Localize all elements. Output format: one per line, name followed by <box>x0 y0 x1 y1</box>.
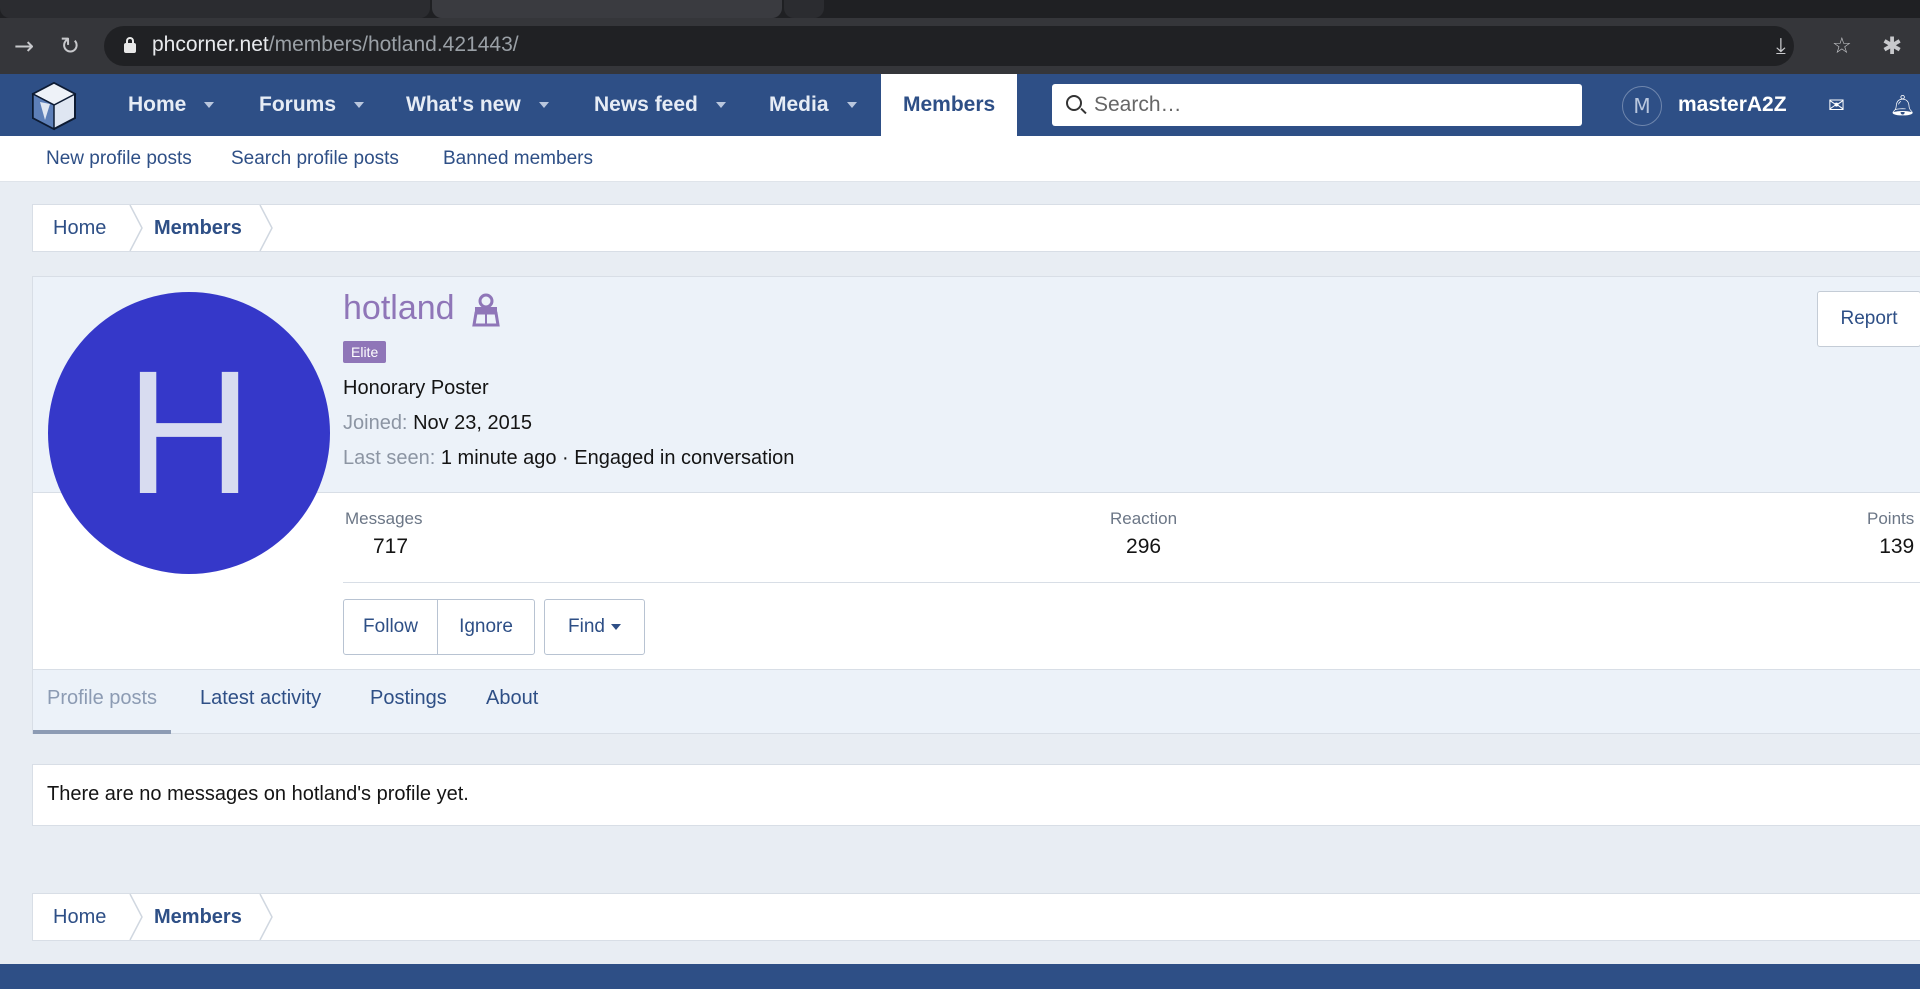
last-seen-line: Last seen: 1 minute ago · Engaged in con… <box>343 447 795 469</box>
empty-messages-text: There are no messages on hotland's profi… <box>47 783 469 805</box>
mail-icon[interactable]: ✉ <box>1828 74 1845 136</box>
stat-messages[interactable]: Messages 717 <box>345 509 422 559</box>
profile-stats: Messages 717 Reaction 296 Points 139 <box>343 493 1920 583</box>
nav-members[interactable]: Members <box>881 74 1018 136</box>
breadcrumb-members[interactable]: Members <box>154 205 242 251</box>
site-logo[interactable] <box>28 80 80 132</box>
chevron-down-icon[interactable] <box>204 102 215 109</box>
search-input[interactable] <box>1094 90 1564 120</box>
breadcrumb-members[interactable]: Members <box>154 894 242 940</box>
tab-profile-posts[interactable]: Profile posts <box>33 670 172 734</box>
browser-tab[interactable] <box>0 0 430 18</box>
address-bar[interactable]: phcorner.net/members/hotland.421443/ ⤓ ☆ <box>104 26 1852 66</box>
nav-home[interactable]: Home <box>128 74 215 136</box>
follow-button[interactable]: Follow <box>343 599 438 655</box>
chevron-down-icon[interactable] <box>538 102 549 109</box>
user-title: Honorary Poster <box>343 377 489 399</box>
breadcrumb-home[interactable]: Home <box>53 894 106 940</box>
browser-tab-active[interactable] <box>432 0 782 18</box>
search-icon <box>1066 95 1082 111</box>
user-rank-badge: Elite <box>343 341 387 363</box>
report-button[interactable]: Report <box>1817 291 1920 347</box>
stat-points[interactable]: Points 139 <box>1867 509 1914 559</box>
breadcrumb: Home Members <box>32 204 1920 252</box>
breadcrumb-bottom: Home Members <box>32 893 1920 941</box>
nav-media[interactable]: Media <box>769 74 857 136</box>
profile-avatar[interactable]: H <box>48 292 330 574</box>
profile-card: H hotland Elite Honorary Poster Joined: … <box>32 276 1920 734</box>
user-avatar[interactable]: M <box>1622 86 1662 126</box>
site-header: Home Forums What's new News feed Media M… <box>0 74 1920 136</box>
sub-navigation: New profile posts Search profile posts B… <box>0 136 1920 182</box>
chevron-down-icon[interactable] <box>715 102 726 109</box>
forward-arrow-icon[interactable]: → <box>10 32 38 60</box>
breadcrumb-separator <box>259 205 273 251</box>
reload-icon[interactable]: ↻ <box>56 32 84 60</box>
breadcrumb-separator <box>129 894 143 940</box>
breadcrumb-separator <box>259 894 273 940</box>
chevron-down-icon[interactable] <box>846 102 857 109</box>
joined-line: Joined: Nov 23, 2015 <box>343 412 533 434</box>
breadcrumb-home[interactable]: Home <box>53 205 106 251</box>
nav-news-feed[interactable]: News feed <box>594 74 726 136</box>
tab-latest-activity[interactable]: Latest activity <box>200 670 321 734</box>
breadcrumb-separator <box>129 205 143 251</box>
browser-tab[interactable] <box>784 0 824 18</box>
lock-icon <box>124 37 136 53</box>
search-profile-posts-link[interactable]: Search profile posts <box>231 148 399 170</box>
browser-toolbar: → ↻ phcorner.net/members/hotland.421443/… <box>0 18 1920 74</box>
install-icon[interactable]: ⤓ <box>1776 34 1786 59</box>
site-footer <box>0 964 1920 989</box>
nav-whats-new[interactable]: What's new <box>406 74 549 136</box>
caret-down-icon <box>610 623 621 630</box>
bell-icon[interactable]: 🔔︎ <box>1890 74 1915 136</box>
tab-postings[interactable]: Postings <box>370 670 447 734</box>
profile-tabs: Profile posts Latest activity Postings A… <box>33 669 1920 734</box>
profile-posts-panel: There are no messages on hotland's profi… <box>32 764 1920 826</box>
find-button[interactable]: Find <box>544 599 645 655</box>
profile-username[interactable]: hotland <box>343 289 455 328</box>
stat-reaction[interactable]: Reaction 296 <box>1110 509 1177 559</box>
url-text: phcorner.net/members/hotland.421443/ <box>152 33 519 56</box>
banned-members-link[interactable]: Banned members <box>443 148 593 170</box>
extensions-icon[interactable]: ✱ <box>1878 32 1906 60</box>
member-badge-icon <box>472 293 500 327</box>
chevron-down-icon[interactable] <box>354 102 365 109</box>
tab-about[interactable]: About <box>486 670 538 734</box>
username[interactable]: masterA2Z <box>1678 74 1787 136</box>
nav-forums[interactable]: Forums <box>259 74 365 136</box>
browser-tab-strip <box>0 0 1920 18</box>
star-icon[interactable]: ☆ <box>1832 34 1852 59</box>
ignore-button[interactable]: Ignore <box>437 599 535 655</box>
search-box[interactable] <box>1052 84 1582 126</box>
new-profile-posts-link[interactable]: New profile posts <box>46 148 192 170</box>
